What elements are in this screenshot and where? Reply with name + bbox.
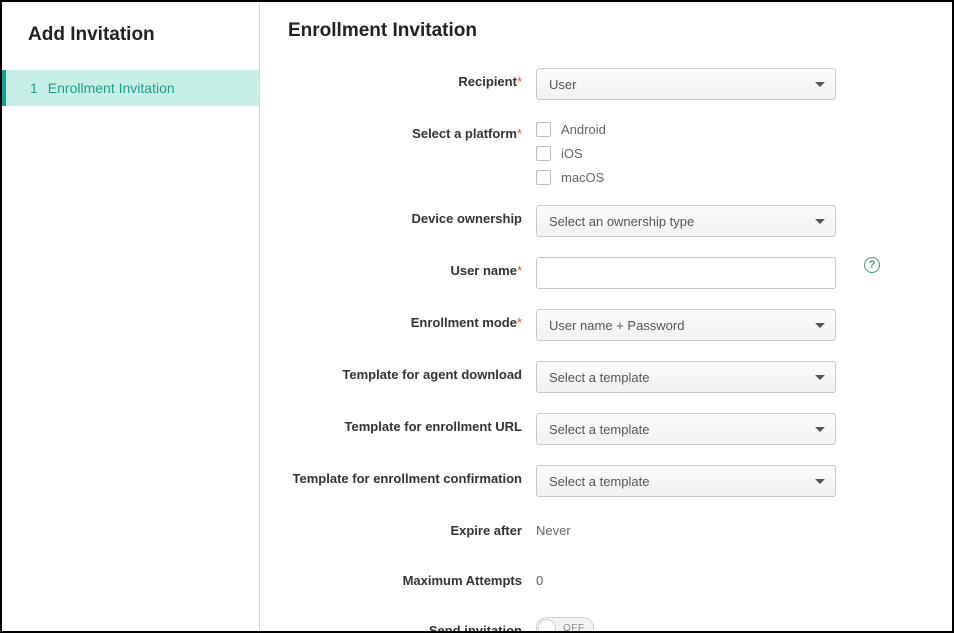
row-username: User name* ?	[288, 257, 924, 289]
tmpl-url-dropdown[interactable]: Select a template	[536, 413, 836, 445]
expire-value: Never	[536, 517, 571, 538]
checkbox-label: macOS	[561, 170, 604, 185]
row-tmpl-confirm: Template for enrollment confirmation Sel…	[288, 465, 924, 497]
label-enrollmode: Enrollment mode*	[288, 309, 536, 330]
step-label: Enrollment Invitation	[48, 80, 175, 96]
chevron-down-icon	[815, 219, 825, 224]
label-expire: Expire after	[288, 517, 536, 538]
checkbox-box-icon	[536, 122, 551, 137]
page-title: Enrollment Invitation	[288, 20, 924, 42]
sidebar: Add Invitation 1 Enrollment Invitation	[2, 2, 260, 631]
recipient-value: User	[549, 77, 576, 92]
chevron-down-icon	[815, 427, 825, 432]
ownership-dropdown[interactable]: Select an ownership type	[536, 205, 836, 237]
step-number: 1	[30, 80, 38, 96]
label-tmpl-agent: Template for agent download	[288, 361, 536, 382]
row-recipient: Recipient* User	[288, 68, 924, 100]
label-send-invitation: Send invitation	[288, 617, 536, 631]
tmpl-agent-value: Select a template	[549, 370, 649, 385]
label-username: User name*	[288, 257, 536, 278]
label-tmpl-url: Template for enrollment URL	[288, 413, 536, 434]
label-tmpl-confirm: Template for enrollment confirmation	[288, 465, 536, 486]
checkbox-android[interactable]: Android	[536, 122, 606, 137]
row-max-attempts: Maximum Attempts 0	[288, 567, 924, 597]
tmpl-url-value: Select a template	[549, 422, 649, 437]
chevron-down-icon	[815, 323, 825, 328]
max-attempts-value: 0	[536, 567, 543, 588]
platform-checkbox-group: Android iOS macOS	[536, 120, 606, 185]
username-input[interactable]	[536, 257, 836, 289]
toggle-state: OFF	[563, 623, 585, 632]
row-tmpl-url: Template for enrollment URL Select a tem…	[288, 413, 924, 445]
label-ownership: Device ownership	[288, 205, 536, 226]
label-max-attempts: Maximum Attempts	[288, 567, 536, 588]
recipient-dropdown[interactable]: User	[536, 68, 836, 100]
checkbox-label: Android	[561, 122, 606, 137]
tmpl-confirm-dropdown[interactable]: Select a template	[536, 465, 836, 497]
chevron-down-icon	[815, 82, 825, 87]
chevron-down-icon	[815, 479, 825, 484]
step-enrollment-invitation[interactable]: 1 Enrollment Invitation	[2, 70, 259, 106]
tmpl-agent-dropdown[interactable]: Select a template	[536, 361, 836, 393]
checkbox-box-icon	[536, 170, 551, 185]
ownership-value: Select an ownership type	[549, 214, 694, 229]
toggle-knob-icon	[538, 619, 556, 631]
label-platform: Select a platform*	[288, 120, 536, 141]
chevron-down-icon	[815, 375, 825, 380]
checkbox-ios[interactable]: iOS	[536, 146, 606, 161]
window-frame: Add Invitation 1 Enrollment Invitation E…	[0, 0, 954, 633]
row-enrollmode: Enrollment mode* User name + Password	[288, 309, 924, 341]
sidebar-title: Add Invitation	[2, 18, 259, 70]
row-expire: Expire after Never	[288, 517, 924, 547]
checkbox-label: iOS	[561, 146, 583, 161]
row-send-invitation: Send invitation OFF	[288, 617, 924, 631]
tmpl-confirm-value: Select a template	[549, 474, 649, 489]
checkbox-box-icon	[536, 146, 551, 161]
row-platform: Select a platform* Android iOS macOS	[288, 120, 924, 185]
main-panel: Enrollment Invitation Recipient* User Se…	[260, 2, 952, 631]
row-tmpl-agent: Template for agent download Select a tem…	[288, 361, 924, 393]
row-ownership: Device ownership Select an ownership typ…	[288, 205, 924, 237]
enrollmode-dropdown[interactable]: User name + Password	[536, 309, 836, 341]
send-invitation-toggle[interactable]: OFF	[536, 617, 594, 631]
help-icon[interactable]: ?	[864, 257, 880, 273]
checkbox-macos[interactable]: macOS	[536, 170, 606, 185]
enrollmode-value: User name + Password	[549, 318, 684, 333]
label-recipient: Recipient*	[288, 68, 536, 89]
